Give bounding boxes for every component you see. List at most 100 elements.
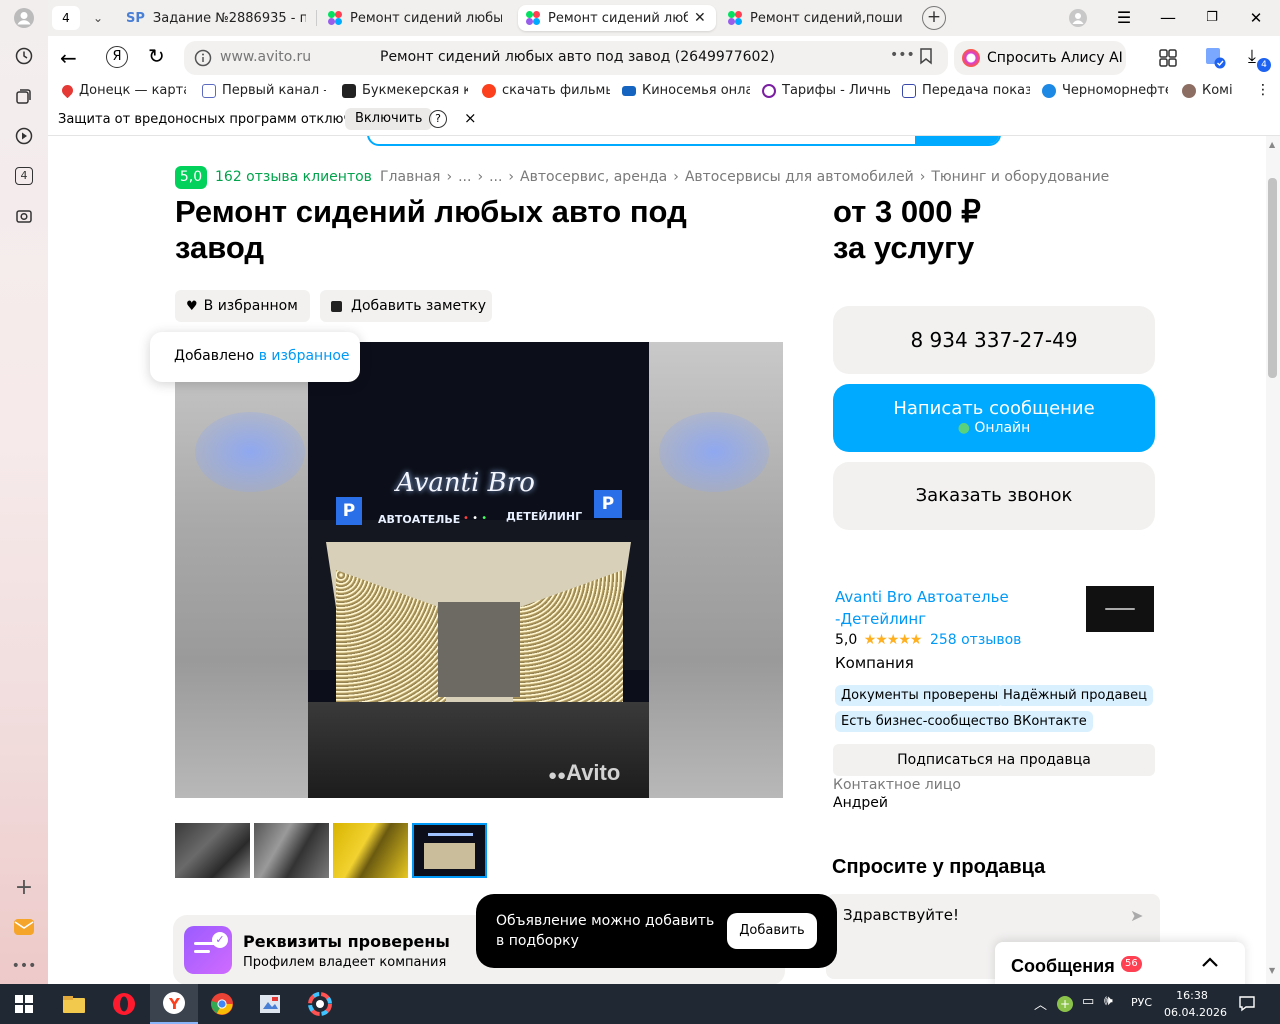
language-indicator[interactable]: РУС (1131, 996, 1152, 1009)
chevron-up-icon[interactable] (1199, 952, 1221, 978)
sign-left-label: АВТОАТЕЛЬЕ (378, 513, 461, 526)
write-message-button[interactable]: Написать сообщение ● Онлайн (833, 384, 1155, 452)
downloads-icon[interactable]: ⤓ 4 (1248, 46, 1271, 72)
tab-3-active[interactable]: Ремонт сидений любы ✕ (518, 5, 716, 31)
scrollbar-thumb[interactable] (1268, 178, 1277, 378)
play-icon[interactable] (12, 124, 36, 148)
reload-icon[interactable]: ↻ (148, 44, 165, 68)
bookmark-item[interactable]: скачать фильмы 2 (482, 83, 610, 98)
tab-list-chevron-icon[interactable]: ⌄ (86, 6, 110, 30)
windows-start-icon[interactable] (0, 984, 48, 1024)
restore-icon[interactable]: ❐ (1200, 6, 1224, 30)
breadcrumb-item[interactable]: Автосервис, аренда (520, 169, 667, 185)
volume-icon[interactable]: 🕪 (1104, 993, 1113, 1009)
paint-app-icon[interactable] (246, 984, 294, 1024)
toast-add-button[interactable]: Добавить (727, 913, 817, 949)
bookmark-item[interactable]: Первый канал — с (202, 83, 326, 98)
bookmark-item[interactable]: Тарифы - Личный (762, 83, 890, 98)
extensions-icon[interactable] (1158, 48, 1178, 72)
bookmark-item[interactable]: Донецк — карта, г (62, 83, 186, 98)
alice-button[interactable]: Спросить Алису AI (954, 41, 1126, 75)
bookmark-item[interactable]: Передача показа (902, 83, 1030, 98)
bookmarks-more-icon[interactable]: ⋮ (1256, 82, 1270, 98)
main-photo[interactable]: Avanti Bro P P АВТОАТЕЛЬЕ • • • ДЕТЕЙЛИН… (175, 342, 783, 798)
color-wheel-app-icon[interactable] (296, 984, 344, 1024)
help-icon[interactable]: ? (429, 110, 447, 128)
network-icon[interactable]: ▭ (1082, 994, 1094, 1009)
scroll-up-arrow-icon[interactable]: ▲ (1269, 140, 1275, 149)
alice-label: Спросить Алису AI (987, 50, 1123, 66)
bookmark-item[interactable]: Киносемья онлай (622, 83, 750, 98)
thumbnail-selected[interactable] (412, 823, 487, 878)
bookmark-item[interactable]: Букмекерская кон (342, 83, 468, 98)
seller-type: Компания (835, 654, 914, 672)
site-info-icon[interactable] (194, 49, 212, 71)
minimize-icon[interactable]: — (1156, 6, 1180, 30)
favorite-button[interactable]: ♥ В избранном (175, 290, 310, 322)
phone-button[interactable]: 8 934 337-27-49 (833, 306, 1155, 374)
tray-app-icon[interactable]: + (1057, 996, 1073, 1012)
seller-avatar[interactable] (1086, 586, 1154, 632)
seller-rating: 5,0 (835, 632, 858, 648)
tab-2[interactable]: Ремонт сидений любых а (320, 5, 510, 31)
request-call-button[interactable]: Заказать звонок (833, 462, 1155, 530)
menu-icon[interactable]: ☰ (1112, 6, 1136, 30)
bookmark-item[interactable]: Черноморнефтег (1042, 83, 1168, 98)
profile-icon[interactable] (12, 6, 36, 30)
yandex-icon[interactable]: Я (106, 46, 128, 68)
history-icon[interactable] (12, 44, 36, 68)
send-icon[interactable]: ➤ (1130, 906, 1143, 925)
breadcrumb-item[interactable]: ... (489, 169, 502, 185)
seller-reviews-link[interactable]: 258 отзывов (930, 632, 1021, 648)
back-arrow-icon[interactable]: ← (60, 46, 77, 70)
tab-1[interactable]: SP Задание №2886935 - про (118, 5, 314, 31)
breadcrumb-item[interactable]: Тюнинг и оборудование (931, 169, 1109, 185)
address-more-icon[interactable]: ••• (890, 47, 915, 63)
reviews-link[interactable]: 162 отзыва клиентов (215, 169, 372, 185)
add-note-label: Добавить заметку (351, 298, 487, 314)
address-bar[interactable]: www.avito.ru Ремонт сидений любых авто п… (184, 41, 948, 75)
translate-icon[interactable] (1204, 46, 1228, 74)
breadcrumb-item[interactable]: Автосервисы для автомобилей (685, 169, 914, 185)
more-icon[interactable]: ••• (12, 954, 37, 978)
seller-name-link[interactable]: Avanti Bro Автоателье -Детейлинг (835, 586, 1009, 630)
add-note-button[interactable]: Добавить заметку (320, 290, 492, 322)
close-window-icon[interactable]: ✕ (1244, 6, 1268, 30)
collections-icon[interactable] (12, 84, 36, 108)
breadcrumb-item[interactable]: Главная (380, 169, 440, 185)
tray-chevron-icon[interactable]: ︿ (1034, 994, 1047, 1013)
thumbnail[interactable] (254, 823, 329, 878)
tab-count-button[interactable]: 4 (52, 6, 80, 30)
mail-icon[interactable] (12, 915, 36, 939)
bookmark-icon[interactable] (918, 47, 934, 69)
scrollbar[interactable]: ▲ ▼ (1266, 136, 1280, 984)
account-icon[interactable] (1068, 8, 1088, 32)
breadcrumb: Главная ›... ›... › Автосервис, аренда › Автос… (380, 169, 1110, 185)
notifications-icon[interactable] (1238, 994, 1256, 1016)
close-tab-icon[interactable]: ✕ (694, 10, 706, 26)
add-panel-icon[interactable]: + (12, 875, 36, 900)
thumbnail[interactable] (175, 823, 250, 878)
close-protection-icon[interactable]: × (464, 109, 477, 127)
chrome-icon[interactable] (198, 984, 246, 1024)
subscribe-button[interactable]: Подписаться на продавца (833, 744, 1155, 776)
messages-widget[interactable]: Сообщения 56 (995, 942, 1245, 984)
avito-watermark: ●●Avito (548, 760, 621, 785)
opera-icon[interactable] (100, 984, 148, 1024)
breadcrumb-item[interactable]: ... (458, 169, 471, 185)
new-tab-button[interactable]: + (922, 6, 946, 30)
clock[interactable]: 16:38 06.04.2026 (1164, 987, 1227, 1021)
enable-protection-button[interactable]: Включить (345, 108, 433, 130)
scroll-down-arrow-icon[interactable]: ▼ (1269, 966, 1275, 975)
tab-4[interactable]: Ремонт сидений,пошив ч (720, 5, 910, 31)
tab-counter-icon[interactable]: 4 (12, 164, 36, 188)
yandex-browser-icon[interactable]: Y (150, 984, 198, 1024)
tab-bar: 4 ⌄ SP Задание №2886935 - про Ремонт сид… (48, 0, 1280, 36)
screenshot-icon[interactable] (12, 204, 36, 228)
bookmark-item[interactable]: Комі (1182, 83, 1242, 98)
windows-taskbar: Y ︿ + ▭ 🕪 РУС 16:38 06.04.2026 (0, 984, 1280, 1024)
file-explorer-icon[interactable] (50, 984, 98, 1024)
thumbnail[interactable] (333, 823, 408, 878)
tooltip-link[interactable]: в избранное (259, 348, 350, 364)
heart-icon: ♥ (186, 298, 198, 314)
